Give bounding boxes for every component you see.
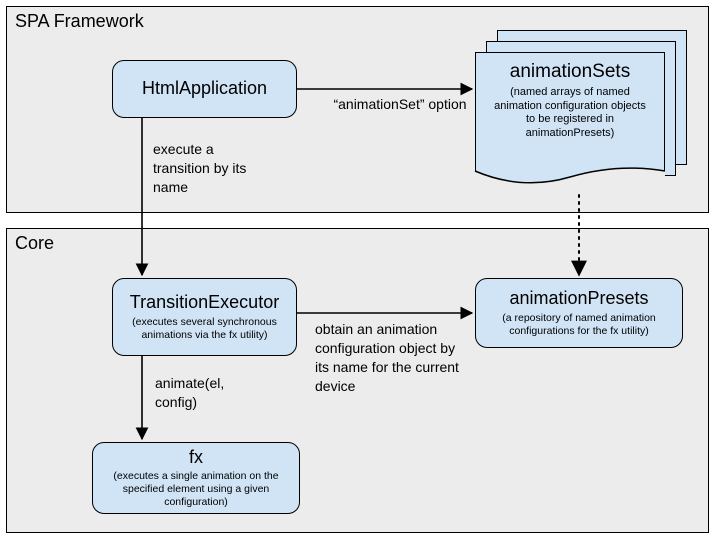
node-html-application: HtmlApplication (112, 60, 297, 118)
edge-label-animate: animate(el, config) (155, 374, 245, 412)
section-core-title: Core (15, 233, 54, 254)
diagram-canvas: SPA Framework Core HtmlApplication anima… (0, 0, 715, 539)
node-fx: fx (executes a single animation on the s… (92, 442, 300, 514)
node-transition-executor-title: TransitionExecutor (119, 292, 290, 314)
node-animation-presets-title: animationPresets (482, 288, 676, 310)
node-html-application-title: HtmlApplication (119, 78, 290, 100)
node-animation-sets-title: animationSets (486, 61, 654, 84)
node-animation-presets: animationPresets (a repository of named … (475, 278, 683, 348)
document-curl-icon (475, 171, 665, 187)
node-fx-sub: (executes a single animation on the spec… (99, 470, 293, 509)
node-fx-title: fx (99, 447, 293, 469)
edge-label-execute-transition: execute a transition by its name (153, 140, 253, 197)
node-transition-executor: TransitionExecutor (executes several syn… (112, 278, 297, 356)
section-spa-title: SPA Framework (15, 11, 144, 32)
node-animation-sets: animationSets (named arrays of named ani… (475, 30, 690, 190)
edge-label-animationset-option: “animationSet” option (330, 95, 470, 114)
node-transition-executor-sub: (executes several synchronous animations… (119, 316, 290, 342)
edge-label-obtain-config: obtain an animation configuration object… (315, 320, 470, 396)
node-animation-sets-sub: (named arrays of named animation configu… (486, 86, 654, 141)
node-animation-presets-sub: (a repository of named animation configu… (482, 312, 676, 338)
